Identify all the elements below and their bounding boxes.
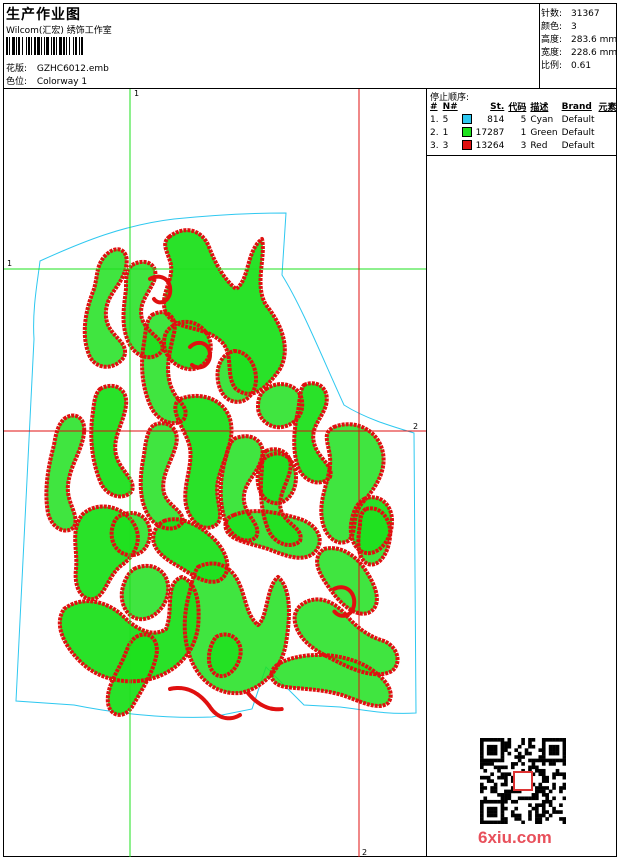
stat-width: 宽度: 228.6 mm bbox=[541, 45, 617, 58]
row-desc: Red bbox=[530, 140, 548, 151]
seal-icon bbox=[513, 771, 533, 791]
colorway-label: 色位: bbox=[6, 77, 28, 87]
row-code: 5 bbox=[520, 114, 527, 125]
col-element: 元素 bbox=[598, 103, 617, 113]
colorway-row: 色位: Colorway 1 bbox=[6, 74, 87, 87]
stat-stitches: 针数: 31367 bbox=[541, 6, 600, 19]
row-st: 13264 bbox=[475, 140, 505, 151]
row-num: 2. bbox=[430, 127, 439, 138]
col-num: # bbox=[430, 101, 438, 112]
row-code: 1 bbox=[520, 127, 527, 138]
row-n: 3 bbox=[442, 140, 449, 151]
stat-label: 针数: bbox=[541, 9, 563, 19]
guide-label-red-bottom: 2 bbox=[362, 848, 367, 857]
green-fill bbox=[46, 415, 85, 531]
row-num: 3. bbox=[430, 140, 439, 151]
guide-label-red-right: 2 bbox=[413, 422, 418, 431]
guide-label-green-left: 1 bbox=[7, 259, 12, 268]
stat-value: 283.6 mm bbox=[571, 35, 618, 45]
stops-table: # N# St. 代码 描述 Brand 元素 1. 5 814 5 Cyan … bbox=[428, 100, 619, 152]
color-swatch bbox=[460, 139, 474, 152]
design-value: GZHC6012.emb bbox=[36, 64, 109, 74]
row-num: 1. bbox=[430, 114, 439, 125]
color-swatch bbox=[460, 113, 474, 126]
row-element bbox=[596, 126, 618, 139]
stat-value: 0.61 bbox=[571, 61, 592, 71]
row-n: 1 bbox=[442, 127, 449, 138]
row-brand: Default bbox=[561, 127, 595, 138]
col-swatch bbox=[460, 100, 474, 113]
row-brand: Default bbox=[561, 114, 595, 125]
row-st: 814 bbox=[487, 114, 505, 125]
row-desc: Green bbox=[530, 127, 558, 138]
col-code: 代码 bbox=[508, 103, 527, 113]
stat-value: 3 bbox=[571, 22, 577, 32]
design-label: 花版: bbox=[6, 64, 28, 74]
row-element bbox=[596, 113, 618, 126]
qr-code bbox=[480, 738, 566, 824]
stat-label: 比例: bbox=[541, 61, 563, 71]
row-code: 3 bbox=[520, 140, 527, 151]
row-n: 5 bbox=[442, 114, 449, 125]
col-st: St. bbox=[490, 101, 505, 112]
stat-label: 颜色: bbox=[541, 22, 563, 32]
watermark-logo: 6xiu.com bbox=[478, 828, 552, 847]
sidebar-divider bbox=[426, 89, 427, 857]
col-desc: 描述 bbox=[530, 103, 549, 113]
table-row: 2. 1 17287 1 Green Default bbox=[428, 126, 619, 139]
row-element bbox=[596, 139, 618, 152]
color-swatch bbox=[460, 126, 474, 139]
embroidery-canvas: 1 1 2 2 bbox=[4, 89, 426, 857]
stat-value: 31367 bbox=[571, 9, 600, 19]
table-row: 1. 5 814 5 Cyan Default bbox=[428, 113, 619, 126]
barcode bbox=[6, 37, 151, 55]
row-brand: Default bbox=[561, 140, 595, 151]
stops-divider bbox=[427, 155, 616, 156]
stops-header-row: # N# St. 代码 描述 Brand 元素 bbox=[428, 100, 619, 114]
stat-colors: 颜色: 3 bbox=[541, 19, 577, 32]
design-row: 花版: GZHC6012.emb bbox=[6, 61, 109, 74]
col-brand: Brand bbox=[561, 101, 592, 112]
stat-label: 高度: bbox=[541, 35, 563, 45]
col-n: N# bbox=[442, 101, 458, 112]
stat-value: 228.6 mm bbox=[571, 48, 618, 58]
studio-name: Wilcom(汇宏) 绣饰工作室 bbox=[6, 26, 112, 36]
green-fill bbox=[225, 511, 320, 558]
colorway-value: Colorway 1 bbox=[36, 77, 88, 87]
stat-scale: 比例: 0.61 bbox=[541, 58, 591, 71]
row-st: 17287 bbox=[475, 127, 505, 138]
row-desc: Cyan bbox=[530, 114, 554, 125]
stat-height: 高度: 283.6 mm bbox=[541, 32, 617, 45]
stat-label: 宽度: bbox=[541, 48, 563, 58]
table-row: 3. 3 13264 3 Red Default bbox=[428, 139, 619, 152]
guide-label-green-top: 1 bbox=[134, 89, 139, 98]
page-title: 生产作业图 bbox=[6, 7, 81, 23]
